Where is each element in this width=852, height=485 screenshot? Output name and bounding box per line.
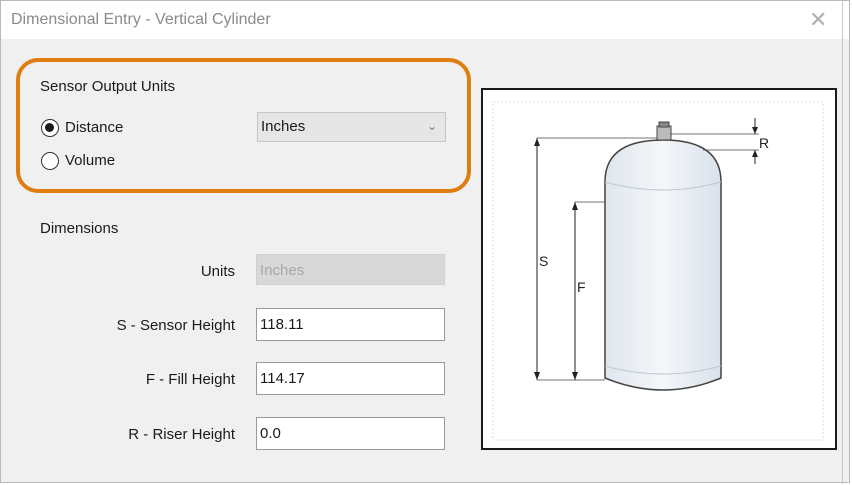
window-title: Dimensional Entry - Vertical Cylinder	[11, 11, 271, 28]
sensor-height-input[interactable]: 118.11	[256, 308, 445, 341]
f-bottom-arrow	[572, 372, 578, 380]
distance-radio[interactable]	[41, 119, 59, 137]
f-top-arrow	[572, 202, 578, 210]
riser-height-input[interactable]: 0.0	[256, 417, 445, 450]
close-icon[interactable]: ✕	[809, 9, 827, 31]
sensor-height-value: 118.11	[260, 316, 304, 333]
dimensions-heading: Dimensions	[40, 220, 119, 237]
fill-height-input[interactable]: 114.17	[256, 362, 445, 395]
r-down-arrow	[752, 127, 758, 134]
distance-radio-label[interactable]: Distance	[65, 119, 123, 136]
units-label: Units	[200, 263, 235, 280]
volume-radio-label[interactable]: Volume	[65, 152, 115, 169]
f-label: F	[577, 279, 586, 295]
dimensional-entry-dialog: Dimensional Entry - Vertical Cylinder ✕ …	[0, 0, 850, 484]
chevron-down-icon: ⌄	[426, 119, 437, 133]
dimension-units-value: Inches	[260, 262, 305, 279]
output-units-dropdown[interactable]: Inches ⌄	[257, 112, 446, 142]
output-units-dropdown-value: Inches	[261, 118, 306, 135]
s-top-arrow	[534, 138, 540, 146]
riser-height-label: R - Riser Height	[128, 426, 235, 443]
title-bar: Dimensional Entry - Vertical Cylinder ✕	[1, 1, 849, 39]
s-bottom-arrow	[534, 372, 540, 380]
sensor-output-units-heading: Sensor Output Units	[40, 78, 176, 95]
sensor-nozzle	[656, 125, 672, 141]
vertical-cylinder-tank-diagram: S F R	[492, 101, 824, 441]
fill-height-label: F - Fill Height	[145, 371, 235, 388]
r-label: R	[759, 135, 769, 151]
r-up-arrow	[752, 150, 758, 157]
tank-diagram-panel: S F R	[481, 88, 837, 450]
riser-height-value: 0.0	[260, 425, 281, 442]
fill-height-value: 114.17	[260, 370, 305, 387]
sensor-height-label: S - Sensor Height	[116, 317, 235, 334]
sensor-cap	[658, 121, 670, 128]
tank-body	[604, 139, 722, 391]
volume-radio[interactable]	[41, 152, 59, 170]
window-edge	[842, 1, 843, 484]
s-label: S	[539, 253, 548, 269]
dimension-units-field: Inches	[256, 254, 445, 285]
